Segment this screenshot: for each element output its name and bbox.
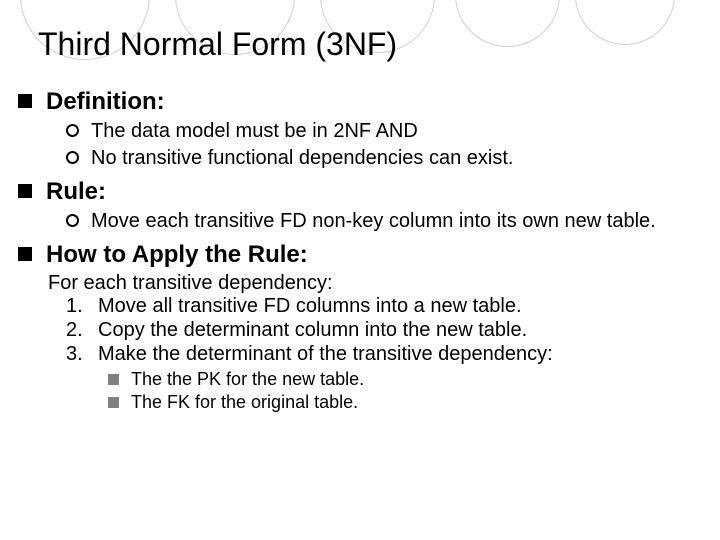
circle-bullet-icon: [66, 124, 79, 137]
item-text: The the PK for the new table.: [131, 368, 364, 391]
item-text: The FK for the original table.: [131, 391, 358, 414]
sub-square-list: The the PK for the new table. The FK for…: [18, 368, 690, 415]
numbered-item-3: 3. Make the determinant of the transitiv…: [66, 343, 690, 366]
square-bullet-icon: [108, 397, 119, 408]
numbered-item-1: 1. Move all transitive FD columns into a…: [66, 295, 690, 318]
section-heading-definition: Definition:: [18, 87, 690, 117]
definition-item-1: The data model must be in 2NF AND: [66, 119, 690, 144]
slide-title: Third Normal Form (3NF): [0, 0, 720, 63]
square-bullet-icon: [18, 184, 32, 198]
heading-text: How to Apply the Rule:: [46, 240, 308, 270]
apply-intro: For each transitive dependency:: [18, 272, 690, 295]
slide-content: Definition: The data model must be in 2N…: [0, 63, 720, 415]
square-bullet-icon: [108, 374, 119, 385]
circle-bullet-icon: [66, 151, 79, 164]
item-text: Make the determinant of the transitive d…: [98, 343, 553, 366]
heading-text: Rule:: [46, 177, 106, 207]
numbered-item-2: 2. Copy the determinant column into the …: [66, 319, 690, 342]
item-text: Move each transitive FD non-key column i…: [91, 209, 656, 234]
sub-square-item-2: The FK for the original table.: [108, 391, 690, 414]
rule-item-1: Move each transitive FD non-key column i…: [66, 209, 690, 234]
sub-square-item-1: The the PK for the new table.: [108, 368, 690, 391]
section-heading-rule: Rule:: [18, 177, 690, 207]
definition-item-2: No transitive functional dependencies ca…: [66, 146, 690, 171]
item-text: Move all transitive FD columns into a ne…: [98, 295, 522, 318]
item-text: The data model must be in 2NF AND: [91, 119, 418, 144]
item-text: No transitive functional dependencies ca…: [91, 146, 513, 171]
square-bullet-icon: [18, 94, 32, 108]
heading-text: Definition:: [46, 87, 165, 117]
circle-bullet-icon: [66, 214, 79, 227]
numbered-list: 1. Move all transitive FD columns into a…: [18, 295, 690, 366]
section-heading-apply: How to Apply the Rule:: [18, 240, 690, 270]
item-text: Copy the determinant column into the new…: [98, 319, 527, 342]
square-bullet-icon: [18, 247, 32, 261]
